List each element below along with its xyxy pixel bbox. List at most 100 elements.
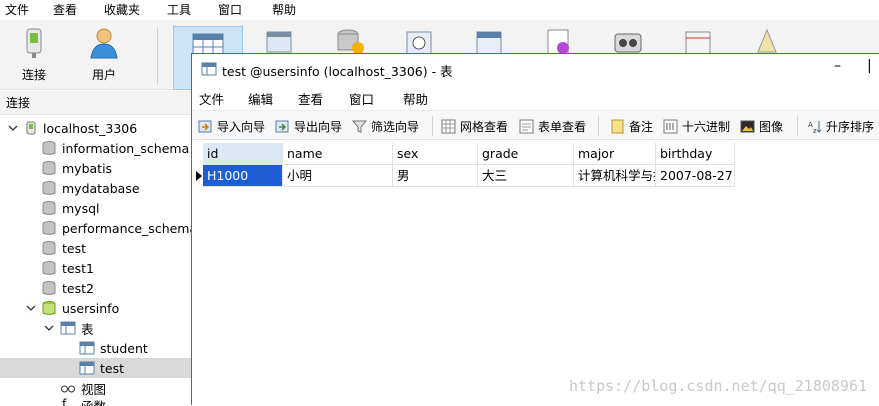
sort-ascending-label: 升序排序 — [826, 119, 875, 134]
tree-node-tables[interactable]: 表 — [0, 318, 191, 338]
cell-birthday[interactable]: 2007-08-27 — [656, 165, 735, 187]
child-menu-file[interactable]: 文件 — [199, 89, 224, 108]
tree-node-database[interactable]: test2 — [0, 278, 191, 298]
import-icon — [198, 120, 212, 132]
sort-ascending-icon: Az — [808, 120, 822, 134]
column-header-grade[interactable]: grade — [478, 143, 574, 165]
tree-node-label: test — [100, 360, 125, 376]
database-icon — [42, 201, 56, 215]
tree-node-label: usersinfo — [62, 300, 120, 316]
connect-label: 连接 — [21, 68, 46, 82]
child-menu-help[interactable]: 帮助 — [403, 89, 428, 108]
hex-button[interactable]: 十六进制 — [663, 117, 730, 135]
main-menubar: 文件 查看 收藏夹 工具 窗口 帮助 — [0, 0, 879, 20]
database-icon — [42, 221, 56, 235]
sort-ascending-button[interactable]: Az 升序排序 — [807, 117, 874, 135]
memo-icon — [611, 119, 624, 133]
import-wizard-button[interactable]: 导入向导 — [198, 117, 265, 135]
schedule-icon[interactable] — [681, 26, 715, 56]
menu-file[interactable]: 文件 — [0, 0, 29, 20]
connect-button[interactable]: 连接 — [6, 24, 62, 88]
column-header-name[interactable]: name — [283, 143, 393, 165]
table-window-title: test @usersinfo (localhost_3306) - 表 — [222, 64, 453, 79]
cell-name[interactable]: 小明 — [283, 165, 393, 187]
tree-node-database[interactable]: information_schema — [0, 138, 191, 158]
tree-node-usersinfo[interactable]: usersinfo — [0, 298, 191, 318]
tree-node-database[interactable]: test — [0, 238, 191, 258]
chevron-down-icon[interactable] — [25, 302, 37, 314]
tree-node-localhost[interactable]: localhost_3306 — [0, 118, 191, 138]
cell-grade[interactable]: 大三 — [478, 165, 574, 187]
tree-node-label: localhost_3306 — [43, 120, 138, 136]
report-icon[interactable] — [541, 26, 575, 56]
database-icon — [42, 181, 56, 195]
memo-button[interactable]: 备注 — [610, 117, 653, 135]
tree-node-views[interactable]: 视图 — [0, 378, 191, 398]
form-icon — [519, 119, 534, 133]
minimize-button[interactable]: – — [834, 58, 841, 74]
menu-window[interactable]: 窗口 — [213, 0, 242, 20]
tree-node-database[interactable]: mysql — [0, 198, 191, 218]
export-wizard-label: 导出向导 — [294, 119, 343, 134]
child-menu-window[interactable]: 窗口 — [349, 89, 374, 108]
query-icon[interactable] — [472, 26, 506, 56]
toolbar-separator — [432, 116, 433, 136]
cell-sex[interactable]: 男 — [393, 165, 478, 187]
table-icon — [201, 62, 217, 76]
tree-node-label: test2 — [62, 280, 94, 296]
svg-text:z: z — [813, 127, 817, 134]
menu-favorites[interactable]: 收藏夹 — [99, 0, 140, 20]
export-wizard-button[interactable]: 导出向导 — [275, 117, 342, 135]
connection-tree[interactable]: localhost_3306 information_schema mybati… — [0, 116, 197, 406]
model-icon[interactable] — [750, 26, 784, 56]
tree-node-database[interactable]: performance_schema — [0, 218, 197, 238]
form-view-label: 表单查看 — [538, 119, 587, 134]
filter-wizard-label: 筛选向导 — [371, 119, 420, 134]
menu-help[interactable]: 帮助 — [267, 0, 296, 20]
cell-major[interactable]: 计算机科学与技 — [574, 165, 656, 187]
filter-wizard-button[interactable]: 筛选向导 — [352, 117, 419, 135]
column-header-sex[interactable]: sex — [393, 143, 478, 165]
view-icon[interactable] — [263, 26, 297, 56]
menu-tools[interactable]: 工具 — [162, 0, 191, 20]
column-header-id[interactable]: id — [203, 143, 283, 165]
connection-pane-header: 连接 — [0, 91, 191, 115]
tree-node-label: test — [62, 240, 87, 256]
tree-node-label: performance_schema — [62, 220, 198, 236]
tree-node-label: mydatabase — [62, 180, 140, 196]
tree-node-database[interactable]: test1 — [0, 258, 191, 278]
database-icon — [42, 261, 56, 275]
data-grid[interactable]: id name sex grade major birthday H1000 小… — [192, 141, 879, 406]
function-icon[interactable] — [333, 26, 367, 56]
filter-icon — [352, 120, 367, 133]
tree-node-database[interactable]: mydatabase — [0, 178, 191, 198]
tree-node-label: mysql — [62, 200, 100, 216]
tree-node-label: 视图 — [81, 381, 107, 397]
chevron-down-icon[interactable] — [43, 322, 55, 334]
tree-node-label: mybatis — [62, 160, 113, 176]
watermark-text: https://blog.csdn.net/qq_21808961 — [568, 377, 867, 395]
event-icon[interactable] — [402, 26, 436, 56]
column-header-major[interactable]: major — [574, 143, 656, 165]
form-view-button[interactable]: 表单查看 — [519, 117, 586, 135]
image-button[interactable]: 图像 — [740, 117, 783, 135]
chevron-down-icon[interactable] — [7, 122, 19, 134]
table-window-titlebar: test @usersinfo (localhost_3306) - 表 – | — [192, 54, 879, 84]
child-menu-view[interactable]: 查看 — [298, 89, 323, 108]
table-window-toolbar: 导入向导 导出向导 筛选向导 网格查看 表单查看 备注 十六进制 图像 A z … — [192, 110, 879, 140]
column-header-birthday[interactable]: birthday — [656, 143, 735, 165]
menu-view[interactable]: 查看 — [48, 0, 77, 20]
tree-node-label: student — [100, 340, 148, 356]
cell-id[interactable]: H1000 — [203, 165, 283, 187]
tree-node-table[interactable]: student — [0, 338, 191, 358]
close-icon[interactable]: | — [867, 58, 872, 74]
grid-view-button[interactable]: 网格查看 — [441, 117, 508, 135]
backup-icon[interactable] — [611, 26, 645, 56]
tree-node-database[interactable]: mybatis — [0, 158, 191, 178]
user-button[interactable]: 用户 — [76, 24, 132, 88]
database-icon — [42, 141, 56, 155]
current-row-indicator — [196, 171, 202, 181]
child-menu-edit[interactable]: 编辑 — [248, 89, 273, 108]
tree-node-table-selected[interactable]: test — [0, 358, 191, 378]
database-icon — [42, 241, 56, 255]
